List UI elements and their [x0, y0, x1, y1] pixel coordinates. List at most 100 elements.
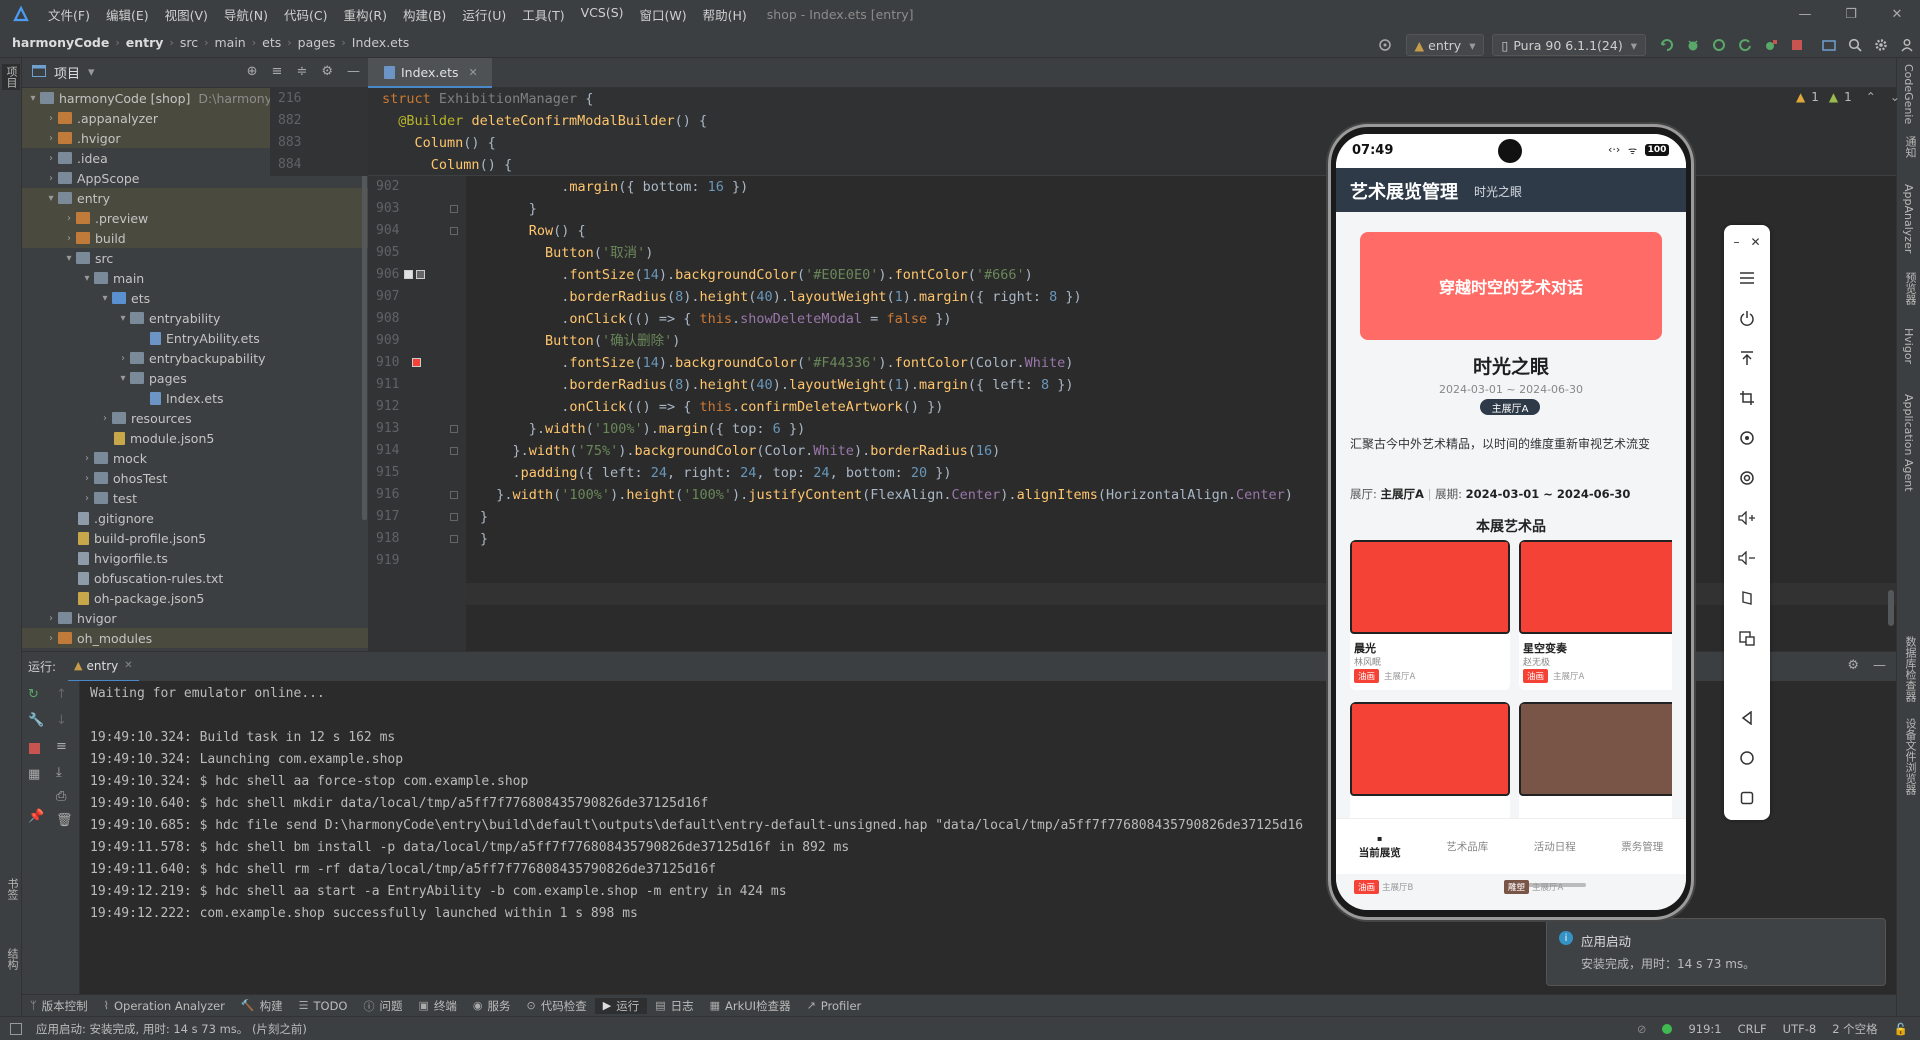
search-icon[interactable] — [1842, 32, 1868, 58]
close-tab-icon[interactable]: ✕ — [469, 66, 478, 79]
color-swatch-icon[interactable] — [404, 270, 413, 279]
rerun-icon[interactable]: ↻ — [28, 687, 39, 702]
right-tool-button[interactable]: 预览器 — [1902, 272, 1918, 309]
menu-item[interactable]: 重构(R) — [336, 5, 395, 24]
tree-item[interactable]: › build — [22, 228, 368, 248]
tree-item[interactable]: › ohosTest — [22, 468, 368, 488]
collapse-all-icon[interactable]: ≑ — [296, 64, 307, 79]
stop-icon[interactable] — [29, 743, 40, 754]
tree-item[interactable]: › entrybackupability — [22, 348, 368, 368]
panel-settings-icon[interactable]: ⚙ — [321, 64, 333, 79]
chevron-right-icon[interactable]: › — [44, 133, 58, 144]
bottom-tool-5[interactable]: ▣ 终端 — [410, 998, 464, 1014]
run-icon[interactable] — [1654, 32, 1680, 58]
run-tab-entry[interactable]: ▲ entry ✕ — [68, 652, 139, 682]
structure-tool-button[interactable]: 结构 — [4, 948, 20, 974]
multi-device-icon[interactable] — [1724, 623, 1770, 653]
fold-marker-icon[interactable] — [450, 227, 458, 235]
inspection-widget[interactable]: ▲ 1 ▲ 1 ⌃ ⌄ — [1796, 90, 1900, 104]
bottom-tool-4[interactable]: ⓘ 问题 — [355, 998, 410, 1014]
recents-icon[interactable] — [1724, 783, 1770, 813]
bottom-tool-2[interactable]: 🔨 构建 — [233, 998, 291, 1014]
right-tool-button[interactable]: Hvigor — [1902, 328, 1915, 368]
layout-icon[interactable]: ▦ — [28, 767, 40, 782]
chevron-right-icon[interactable]: › — [80, 473, 94, 484]
tab-index-ets[interactable]: Index.ets ✕ — [368, 58, 492, 88]
status-toggle-icon[interactable] — [10, 1022, 22, 1035]
rotate-icon[interactable] — [1724, 423, 1770, 453]
right-tool-button[interactable]: Application Agent — [1902, 394, 1915, 496]
menu-item[interactable]: 运行(U) — [454, 5, 514, 24]
lock-icon[interactable]: 🔓 — [1894, 1022, 1908, 1036]
right-tool-button[interactable]: 设备文件浏览器 — [1902, 718, 1918, 799]
account-icon[interactable] — [1894, 32, 1920, 58]
location-icon[interactable] — [1724, 463, 1770, 493]
color-swatch-icon[interactable] — [412, 358, 421, 367]
scroll-down-icon[interactable]: ↓ — [56, 713, 67, 728]
tree-item[interactable]: .gitignore — [22, 508, 368, 528]
reload-icon[interactable] — [1732, 32, 1758, 58]
print-icon[interactable]: ⎙ — [56, 789, 66, 804]
tree-item[interactable]: ▾ main — [22, 268, 368, 288]
chevron-right-icon[interactable]: › — [98, 413, 112, 424]
right-tool-button[interactable]: 数据库检查器 — [1902, 636, 1918, 706]
artwork-card[interactable]: 晨光 林风眠 油画 主展厅A — [1350, 540, 1510, 690]
device-manager-icon[interactable] — [1816, 32, 1842, 58]
right-tool-button[interactable]: CodeGenie — [1902, 64, 1915, 128]
breadcrumb-item[interactable]: pages — [298, 35, 336, 50]
next-highlight-icon[interactable]: ⌄ — [1890, 90, 1900, 104]
menu-item[interactable]: VCS(S) — [573, 5, 632, 24]
fold-marker-icon[interactable] — [450, 535, 458, 543]
chevron-down-icon[interactable]: ▾ — [116, 373, 130, 384]
tree-item[interactable]: ▾ src — [22, 248, 368, 268]
module-selector[interactable]: ▲ entry ▾ — [1405, 34, 1485, 56]
breadcrumb-item[interactable]: Index.ets — [352, 35, 410, 50]
chevron-right-icon[interactable]: › — [44, 113, 58, 124]
breadcrumb-item[interactable]: main — [215, 35, 246, 50]
panel-settings-icon[interactable]: ⚙ — [1847, 658, 1859, 673]
nav-tab[interactable]: 活动日程 — [1511, 819, 1599, 874]
menu-item[interactable]: 编辑(E) — [98, 5, 157, 24]
menu-item[interactable]: 构建(B) — [395, 5, 454, 24]
locate-file-icon[interactable]: ⊕ — [247, 64, 258, 79]
profile-icon[interactable] — [1706, 32, 1732, 58]
chevron-right-icon[interactable]: › — [44, 173, 58, 184]
menu-item[interactable]: 文件(F) — [40, 5, 98, 24]
bottom-tool-9[interactable]: ▤ 日志 — [647, 998, 701, 1014]
fold-marker-icon[interactable] — [450, 425, 458, 433]
power-icon[interactable] — [1724, 303, 1770, 333]
editor-scrollbar[interactable] — [1888, 590, 1894, 626]
tree-item[interactable]: › test — [22, 488, 368, 508]
clear-console-icon[interactable]: 🗑 — [56, 813, 73, 828]
bottom-tool-11[interactable]: ↗ Profiler — [799, 999, 870, 1013]
menu-item[interactable]: 视图(V) — [157, 5, 216, 24]
file-encoding[interactable]: UTF-8 — [1783, 1022, 1817, 1036]
shake-icon[interactable] — [1724, 583, 1770, 613]
device-selector[interactable]: ▯ Pura 90 6.1.1(24) ▾ — [1492, 34, 1646, 56]
artwork-card[interactable]: 星空变奏 赵无极 油画 主展厅A — [1519, 540, 1672, 690]
tree-item[interactable]: ▾ pages — [22, 368, 368, 388]
tree-item[interactable]: › mock — [22, 448, 368, 468]
fold-marker-icon[interactable] — [450, 205, 458, 213]
close-emulator-icon[interactable]: ✕ — [1750, 235, 1760, 249]
project-view-title[interactable]: 项目 — [54, 63, 80, 82]
back-icon[interactable] — [1724, 703, 1770, 733]
breadcrumb-item[interactable]: ets — [262, 35, 281, 50]
breadcrumb-item[interactable]: harmonyCode — [12, 35, 109, 50]
tree-item[interactable]: module.json5 — [22, 428, 368, 448]
restore-icon[interactable]: ❐ — [1828, 0, 1874, 28]
menu-item[interactable]: 工具(T) — [514, 5, 572, 24]
phone-screen[interactable]: 07:49 ‹·› ᯤ 100 艺术展览管理 时光之眼 穿越时空的艺术对话 时光… — [1336, 134, 1686, 910]
tree-item[interactable]: hvigorfile.ts — [22, 548, 368, 568]
right-tool-button[interactable]: AppAnalyzer — [1902, 184, 1915, 257]
tree-item[interactable]: Index.ets — [22, 388, 368, 408]
connection-status-icon[interactable] — [1662, 1024, 1673, 1034]
chevron-right-icon[interactable]: › — [62, 213, 76, 224]
prev-highlight-icon[interactable]: ⌃ — [1866, 90, 1876, 104]
fold-marker-icon[interactable] — [450, 447, 458, 455]
scroll-up-icon[interactable]: ↑ — [56, 687, 67, 702]
close-tab-icon[interactable]: ✕ — [124, 660, 132, 671]
status-message[interactable]: 应用启动: 安装完成, 用时: 14 s 73 ms。 (片刻之前) — [36, 1021, 307, 1037]
nav-tab[interactable]: 艺术品库 — [1424, 819, 1512, 874]
chevron-down-icon[interactable]: ▾ — [98, 293, 112, 304]
